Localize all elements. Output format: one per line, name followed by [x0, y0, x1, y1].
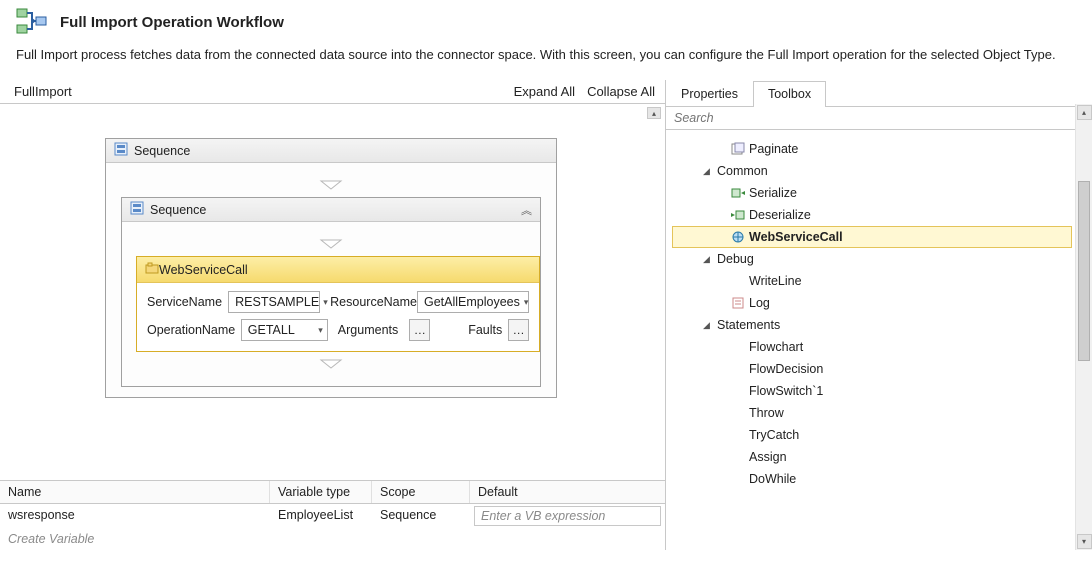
- variable-row[interactable]: wsresponse EmployeeList Sequence Enter a…: [0, 504, 665, 528]
- page-title: Full Import Operation Workflow: [60, 14, 284, 31]
- scroll-down-icon[interactable]: ▾: [1077, 534, 1092, 549]
- sequence-outer-label: Sequence: [134, 144, 190, 158]
- service-name-label: ServiceName: [147, 295, 228, 309]
- col-default[interactable]: Default: [470, 481, 665, 503]
- toolbox-item-serialize[interactable]: Serialize: [672, 182, 1072, 204]
- chevron-down-icon: ▾: [318, 325, 323, 336]
- collapse-all-button[interactable]: Collapse All: [587, 84, 655, 99]
- operation-name-combo[interactable]: GETALL▾: [241, 319, 328, 341]
- variable-type-cell[interactable]: EmployeeList: [270, 504, 372, 528]
- toolbox-category-common[interactable]: ◢ Common: [672, 160, 1072, 182]
- expand-all-button[interactable]: Expand All: [514, 84, 575, 99]
- toolbox-item-flowchart[interactable]: Flowchart: [672, 336, 1072, 358]
- toolbox-item-log[interactable]: Log: [672, 292, 1072, 314]
- connector-down-icon[interactable]: [120, 173, 542, 197]
- connector-down-icon[interactable]: [136, 352, 526, 376]
- expand-arrow-icon: ◢: [703, 320, 717, 331]
- resource-name-combo[interactable]: GetAllEmployees▾: [417, 291, 529, 313]
- sequence-outer-activity[interactable]: Sequence Sequence ︽: [105, 138, 557, 398]
- toolbox-item-assign[interactable]: Assign: [672, 446, 1072, 468]
- breadcrumb[interactable]: FullImport: [14, 84, 72, 99]
- chevron-down-icon: ▾: [524, 297, 529, 308]
- toolbox-item-flowdecision[interactable]: FlowDecision: [672, 358, 1072, 380]
- webservice-icon: [145, 261, 159, 278]
- toolbox-item-webservicecall[interactable]: WebServiceCall: [672, 226, 1072, 248]
- sequence-inner-label: Sequence: [150, 203, 206, 217]
- sequence-icon: [114, 142, 128, 159]
- scroll-up-icon[interactable]: ▴: [1077, 105, 1092, 120]
- paginate-icon: [731, 142, 749, 156]
- toolbox-item-deserialize[interactable]: Deserialize: [672, 204, 1072, 226]
- toolbox-category-statements[interactable]: ◢ Statements: [672, 314, 1072, 336]
- variable-default-input[interactable]: Enter a VB expression: [474, 506, 661, 526]
- col-name[interactable]: Name: [0, 481, 270, 503]
- webservicecall-title: WebServiceCall: [159, 263, 248, 277]
- variable-scope-cell[interactable]: Sequence: [372, 504, 470, 528]
- faults-label: Faults: [468, 323, 502, 337]
- toolbox-item-throw[interactable]: Throw: [672, 402, 1072, 424]
- log-icon: [731, 296, 749, 310]
- webservicecall-activity[interactable]: WebServiceCall ServiceName RESTSAMPLE▾ R…: [136, 256, 540, 352]
- tab-properties[interactable]: Properties: [666, 81, 753, 107]
- toolbox-item-paginate[interactable]: Paginate: [672, 138, 1072, 160]
- expand-arrow-icon: ◢: [703, 166, 717, 177]
- connector-down-icon[interactable]: [136, 232, 526, 256]
- toolbox-item-writeline[interactable]: WriteLine: [672, 270, 1072, 292]
- faults-button[interactable]: …: [508, 319, 529, 341]
- page-description: Full Import process fetches data from th…: [0, 41, 1092, 80]
- expand-arrow-icon: ◢: [703, 254, 717, 265]
- toolbox-scrollbar[interactable]: ▴ ▾: [1075, 104, 1092, 550]
- toolbox-item-dowhile[interactable]: DoWhile: [672, 468, 1072, 490]
- arguments-button[interactable]: …: [409, 319, 430, 341]
- sequence-inner-activity[interactable]: Sequence ︽: [121, 197, 541, 387]
- toolbox-item-trycatch[interactable]: TryCatch: [672, 424, 1072, 446]
- workflow-icon: [16, 6, 48, 39]
- resource-name-label: ResourceName: [330, 295, 417, 309]
- variable-name-cell[interactable]: wsresponse: [0, 504, 270, 528]
- operation-name-label: OperationName: [147, 323, 241, 337]
- sequence-icon: [130, 201, 144, 218]
- collapse-icon[interactable]: ︽: [521, 202, 532, 218]
- service-name-combo[interactable]: RESTSAMPLE▾: [228, 291, 320, 313]
- col-scope[interactable]: Scope: [372, 481, 470, 503]
- toolbox-item-flowswitch[interactable]: FlowSwitch`1: [672, 380, 1072, 402]
- variables-panel: Name Variable type Scope Default wsrespo…: [0, 480, 665, 550]
- webservice-icon: [731, 230, 749, 244]
- scroll-up-icon[interactable]: ▴: [647, 107, 661, 119]
- chevron-down-icon: ▾: [323, 297, 328, 308]
- workflow-canvas[interactable]: ▴ Sequence: [0, 104, 665, 480]
- serialize-icon: [731, 186, 749, 200]
- deserialize-icon: [731, 208, 749, 222]
- toolbox-category-debug[interactable]: ◢ Debug: [672, 248, 1072, 270]
- tab-toolbox[interactable]: Toolbox: [753, 81, 826, 107]
- col-variable-type[interactable]: Variable type: [270, 481, 372, 503]
- create-variable-link[interactable]: Create Variable: [0, 528, 665, 550]
- toolbox-search-input[interactable]: [666, 107, 1092, 130]
- scroll-thumb[interactable]: [1078, 181, 1090, 361]
- arguments-label: Arguments: [338, 323, 404, 337]
